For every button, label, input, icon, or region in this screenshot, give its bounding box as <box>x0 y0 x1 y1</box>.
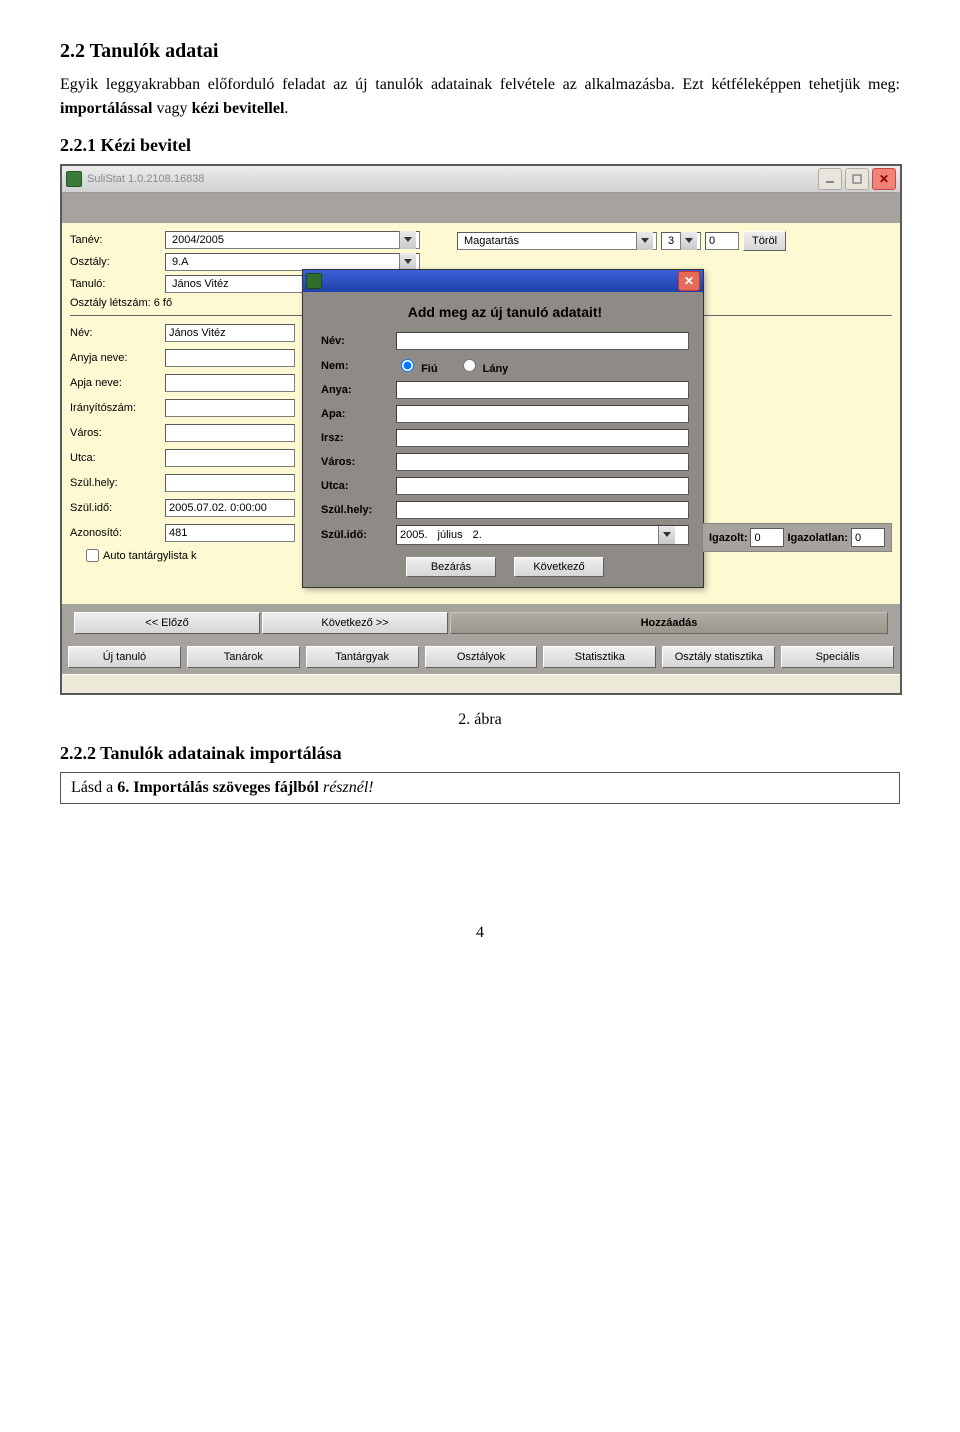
dlg-label-varos: Város: <box>321 456 396 468</box>
label-apja: Apja neve: <box>70 377 165 389</box>
dlg-field-irsz[interactable] <box>396 429 689 447</box>
field-nev[interactable]: János Vitéz <box>165 324 295 342</box>
checkbox-input[interactable] <box>86 549 99 562</box>
app-icon <box>66 171 82 187</box>
field-azon[interactable]: 481 <box>165 524 295 542</box>
dlg-field-varos[interactable] <box>396 453 689 471</box>
dlg-label-szhely: Szül.hely: <box>321 504 396 516</box>
chevron-down-icon[interactable] <box>680 232 697 250</box>
tab-specialis[interactable]: Speciális <box>781 646 894 668</box>
prev-button[interactable]: << Előző <box>74 612 260 634</box>
combo-grade[interactable]: 3 <box>661 232 701 250</box>
dlg-label-nem: Nem: <box>321 360 396 372</box>
label-igazolt: Igazolt: <box>709 532 748 544</box>
label-irsz: Irányítószám: <box>70 402 165 414</box>
tab-statisztika[interactable]: Statisztika <box>543 646 656 668</box>
label-igazolatlan: Igazolatlan: <box>787 532 848 544</box>
minimize-button[interactable] <box>818 168 842 190</box>
heading-2-2-1: 2.2.1 Kézi bevitel <box>60 135 900 156</box>
form-body: Tanév: 2004/2005 Osztály: 9.A Tanuló: Já… <box>62 223 900 604</box>
combo-tanev[interactable]: 2004/2005 <box>165 231 420 249</box>
dialog-title-bar: ✕ <box>303 270 703 292</box>
combo-subject[interactable]: Magatartás <box>457 232 657 250</box>
close-button[interactable]: ✕ <box>872 168 896 190</box>
label-osztaly: Osztály: <box>70 256 165 268</box>
dlg-field-anya[interactable] <box>396 381 689 399</box>
paragraph-intro: Egyik leggyakrabban előforduló feladat a… <box>60 73 900 121</box>
page-number: 4 <box>60 924 900 942</box>
label-szido: Szül.idő: <box>70 502 165 514</box>
dlg-field-apa[interactable] <box>396 405 689 423</box>
label-anyja: Anyja neve: <box>70 352 165 364</box>
dlg-field-utca[interactable] <box>396 477 689 495</box>
label-tanev: Tanév: <box>70 234 165 246</box>
chevron-down-icon[interactable] <box>658 526 675 544</box>
chevron-down-icon[interactable] <box>399 231 416 249</box>
field-igazolt[interactable]: 0 <box>750 528 784 547</box>
blue-tab-strip <box>62 193 900 223</box>
field-apja[interactable] <box>165 374 295 392</box>
figure-caption: 2. ábra <box>60 711 900 729</box>
field-weight[interactable]: 0 <box>705 232 739 250</box>
dlg-label-anya: Anya: <box>321 384 396 396</box>
dlg-label-szido: Szül.idő: <box>321 529 396 541</box>
window-title: SuliStat 1.0.2108.16838 <box>87 173 204 185</box>
heading-2-2-2: 2.2.2 Tanulók adatainak importálása <box>60 743 900 764</box>
tab-osztalyok[interactable]: Osztályok <box>425 646 538 668</box>
dialog-app-icon <box>306 273 322 289</box>
label-szhely: Szül.hely: <box>70 477 165 489</box>
next-button[interactable]: Következő >> <box>262 612 448 634</box>
bottom-tab-bar: Új tanuló Tanárok Tantárgyak Osztályok S… <box>62 644 900 674</box>
field-varos[interactable] <box>165 424 295 442</box>
delete-button[interactable]: Töröl <box>743 231 786 251</box>
dlg-label-utca: Utca: <box>321 480 396 492</box>
field-igazolatlan[interactable]: 0 <box>851 528 885 547</box>
label-utca: Utca: <box>70 452 165 464</box>
label-nev: Név: <box>70 327 165 339</box>
label-azon: Azonosító: <box>70 527 165 539</box>
field-anyja[interactable] <box>165 349 295 367</box>
title-bar: SuliStat 1.0.2108.16838 ✕ <box>62 166 900 193</box>
field-irsz[interactable] <box>165 399 295 417</box>
field-utca[interactable] <box>165 449 295 467</box>
tab-tanarok[interactable]: Tanárok <box>187 646 300 668</box>
dialog-heading: Add meg az új tanuló adatait! <box>321 304 689 320</box>
dlg-label-nev: Név: <box>321 335 396 347</box>
add-button[interactable]: Hozzáadás <box>450 612 888 634</box>
attendance-panel: Igazolt: 0 Igazolatlan: 0 <box>702 523 892 552</box>
dlg-label-apa: Apa: <box>321 408 396 420</box>
dlg-date-picker[interactable]: 2005. július 2. <box>396 525 689 545</box>
tab-tantargyak[interactable]: Tantárgyak <box>306 646 419 668</box>
dlg-field-szhely[interactable] <box>396 501 689 519</box>
status-bar <box>62 674 900 693</box>
radio-fiu[interactable]: Fiú <box>396 356 438 375</box>
dlg-field-nev[interactable] <box>396 332 689 350</box>
field-szhely[interactable] <box>165 474 295 492</box>
field-szido[interactable]: 2005.07.02. 0:00:00 <box>165 499 295 517</box>
maximize-button[interactable] <box>845 168 869 190</box>
radio-lany[interactable]: Lány <box>458 356 509 375</box>
tab-osztaly-statisztika[interactable]: Osztály statisztika <box>662 646 775 668</box>
label-tanulo: Tanuló: <box>70 278 165 290</box>
dlg-label-irsz: Irsz: <box>321 432 396 444</box>
dialog-close-btn[interactable]: Bezárás <box>406 557 496 577</box>
dialog-next-btn[interactable]: Következő <box>514 557 604 577</box>
checkbox-auto-tantargy[interactable]: Auto tantárgylista k <box>70 549 300 562</box>
label-varos: Város: <box>70 427 165 439</box>
chevron-down-icon[interactable] <box>636 232 653 250</box>
heading-section-2-2: 2.2 Tanulók adatai <box>60 40 900 63</box>
dialog-close-button[interactable]: ✕ <box>678 271 700 291</box>
note-box: Lásd a 6. Importálás szöveges fájlból ré… <box>60 772 900 804</box>
new-student-dialog: ✕ Add meg az új tanuló adatait! Név: Nem… <box>302 269 704 588</box>
label-letszam: Osztály létszám: 6 fő <box>70 297 172 309</box>
tab-uj-tanulo[interactable]: Új tanuló <box>68 646 181 668</box>
app-window: SuliStat 1.0.2108.16838 ✕ Tanév: 2004/20… <box>60 164 902 695</box>
